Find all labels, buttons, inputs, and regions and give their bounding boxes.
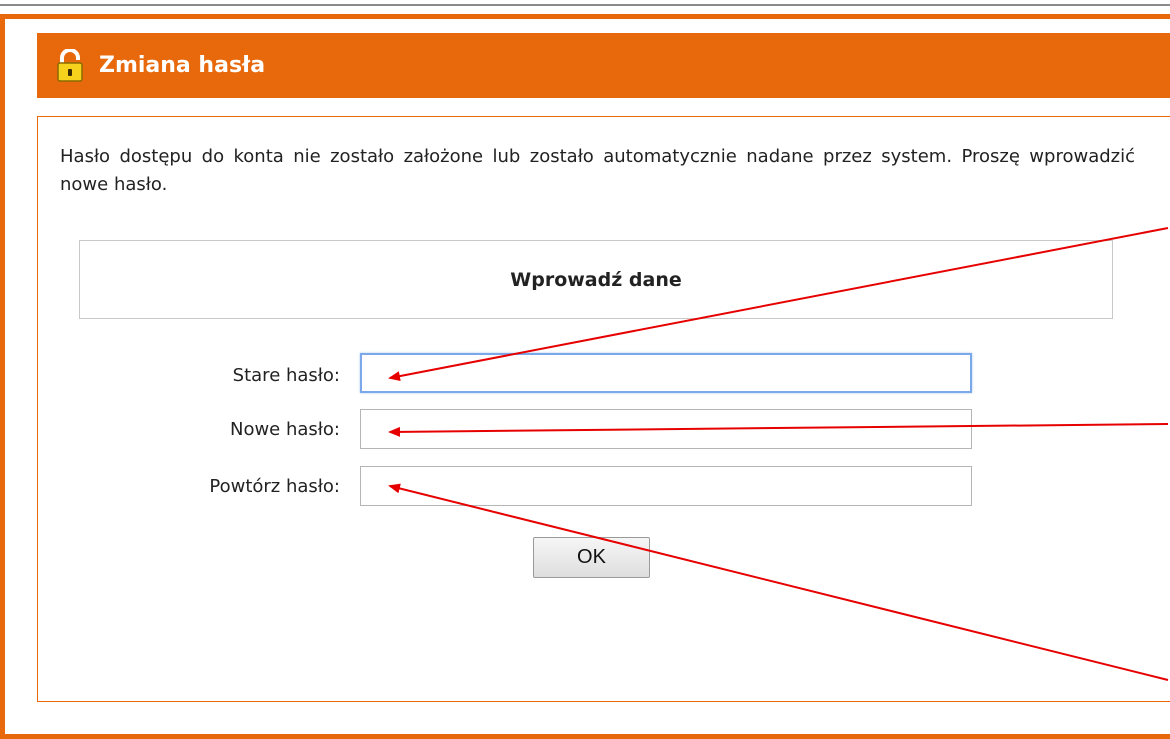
- info-message: Hasło dostępu do konta nie zostało założ…: [60, 146, 1135, 195]
- page-title: Zmiana hasła: [99, 53, 266, 78]
- old-password-label: Stare hasło:: [232, 365, 340, 386]
- repeat-password-input[interactable]: [360, 466, 972, 506]
- old-password-input[interactable]: [360, 353, 972, 393]
- top-divider: [0, 4, 1170, 6]
- repeat-password-label: Powtórz hasło:: [209, 476, 340, 497]
- new-password-input[interactable]: [360, 409, 972, 449]
- unlocked-padlock-icon: [57, 48, 83, 82]
- page-header: Zmiana hasła: [37, 33, 1170, 98]
- ok-button[interactable]: OK: [533, 537, 650, 578]
- form-heading: Wprowadź dane: [79, 240, 1113, 319]
- new-password-label: Nowe hasło:: [229, 419, 340, 440]
